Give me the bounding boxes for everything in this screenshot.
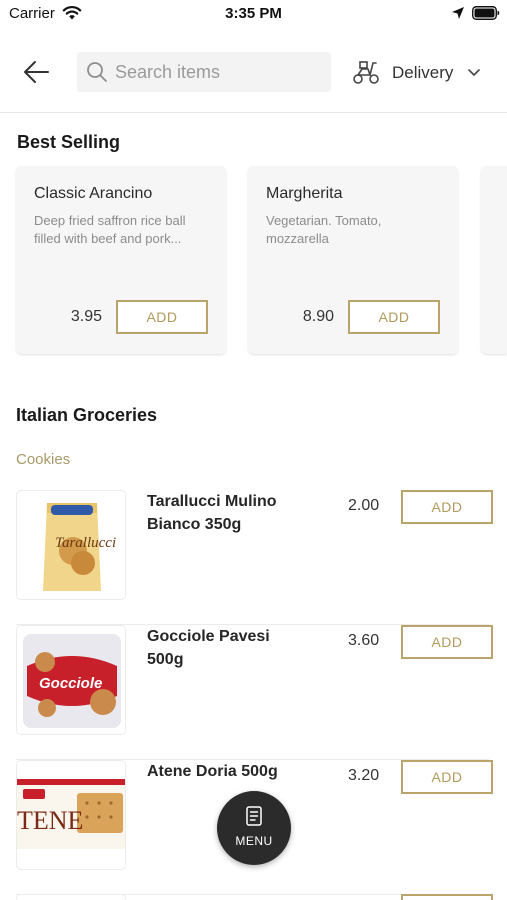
atene-doria-package-image: TENE xyxy=(17,779,125,849)
card-title: Classic Arancino xyxy=(34,185,153,202)
add-button-partial[interactable] xyxy=(401,894,493,900)
card-price: 3.95 xyxy=(70,308,102,325)
best-selling-card[interactable]: Classic Arancino Deep fried saffron rice… xyxy=(16,166,226,354)
product-name: Gocciole Pavesi 500g xyxy=(147,628,270,668)
card-price: 8.90 xyxy=(302,308,334,325)
category-label-cookies: Cookies xyxy=(16,451,71,468)
chevron-down-icon xyxy=(468,69,480,76)
card-title: Margherita xyxy=(266,185,343,202)
best-selling-card[interactable]: Margherita Vegetarian. Tomato, mozzarell… xyxy=(248,166,458,354)
add-button[interactable]: ADD xyxy=(401,760,493,794)
search-bar[interactable] xyxy=(77,52,331,92)
menu-book-icon xyxy=(246,806,262,826)
add-button[interactable]: ADD xyxy=(401,490,493,524)
add-button[interactable]: ADD xyxy=(116,300,208,334)
search-input[interactable] xyxy=(115,52,325,92)
scooter-icon xyxy=(353,61,379,84)
card-description: Vegetarian. Tomato, mozzarella xyxy=(266,213,382,246)
back-arrow-icon[interactable] xyxy=(20,57,52,87)
product-row[interactable]: Tarallucci Tarallucci Mulino Bianco 350g… xyxy=(16,490,493,625)
menu-button[interactable]: MENU xyxy=(217,791,291,865)
best-selling-title: Best Selling xyxy=(17,132,121,152)
location-arrow-icon xyxy=(452,7,464,19)
product-row[interactable]: Gocciole Gocciole Pavesi 500g 3.60 ADD xyxy=(16,625,493,760)
search-icon xyxy=(87,62,107,82)
product-image: Gocciole xyxy=(16,625,126,735)
product-image-partial xyxy=(16,894,126,900)
svg-text:TENE: TENE xyxy=(17,806,83,835)
product-price: 3.20 xyxy=(348,767,380,784)
product-name: Tarallucci Mulino Bianco 350g xyxy=(147,493,277,533)
svg-text:Gocciole: Gocciole xyxy=(39,675,102,692)
add-button[interactable]: ADD xyxy=(348,300,440,334)
gocciole-package-image: Gocciole xyxy=(23,634,121,728)
status-time: 3:35 PM xyxy=(225,5,282,22)
top-bar: Delivery xyxy=(0,40,507,113)
add-button[interactable]: ADD xyxy=(401,625,493,659)
tarallucci-package-image: Tarallucci xyxy=(43,503,116,591)
product-price: 3.60 xyxy=(348,632,380,649)
card-description: Deep fried saffron rice ball filled with… xyxy=(34,213,186,246)
italian-groceries-title: Italian Groceries xyxy=(16,405,158,425)
best-selling-card-partial[interactable] xyxy=(481,166,507,354)
delivery-label: Delivery xyxy=(392,63,454,82)
product-name: Atene Doria 500g xyxy=(147,763,278,780)
menu-button-label: MENU xyxy=(235,834,273,848)
svg-text:Tarallucci: Tarallucci xyxy=(55,535,116,551)
battery-icon xyxy=(472,6,500,20)
product-image: Tarallucci xyxy=(16,490,126,600)
status-bar: Carrier 3:35 PM xyxy=(0,0,507,30)
delivery-mode-selector[interactable]: Delivery xyxy=(352,54,487,90)
product-price: 2.00 xyxy=(348,497,380,514)
product-image: TENE xyxy=(16,760,126,870)
